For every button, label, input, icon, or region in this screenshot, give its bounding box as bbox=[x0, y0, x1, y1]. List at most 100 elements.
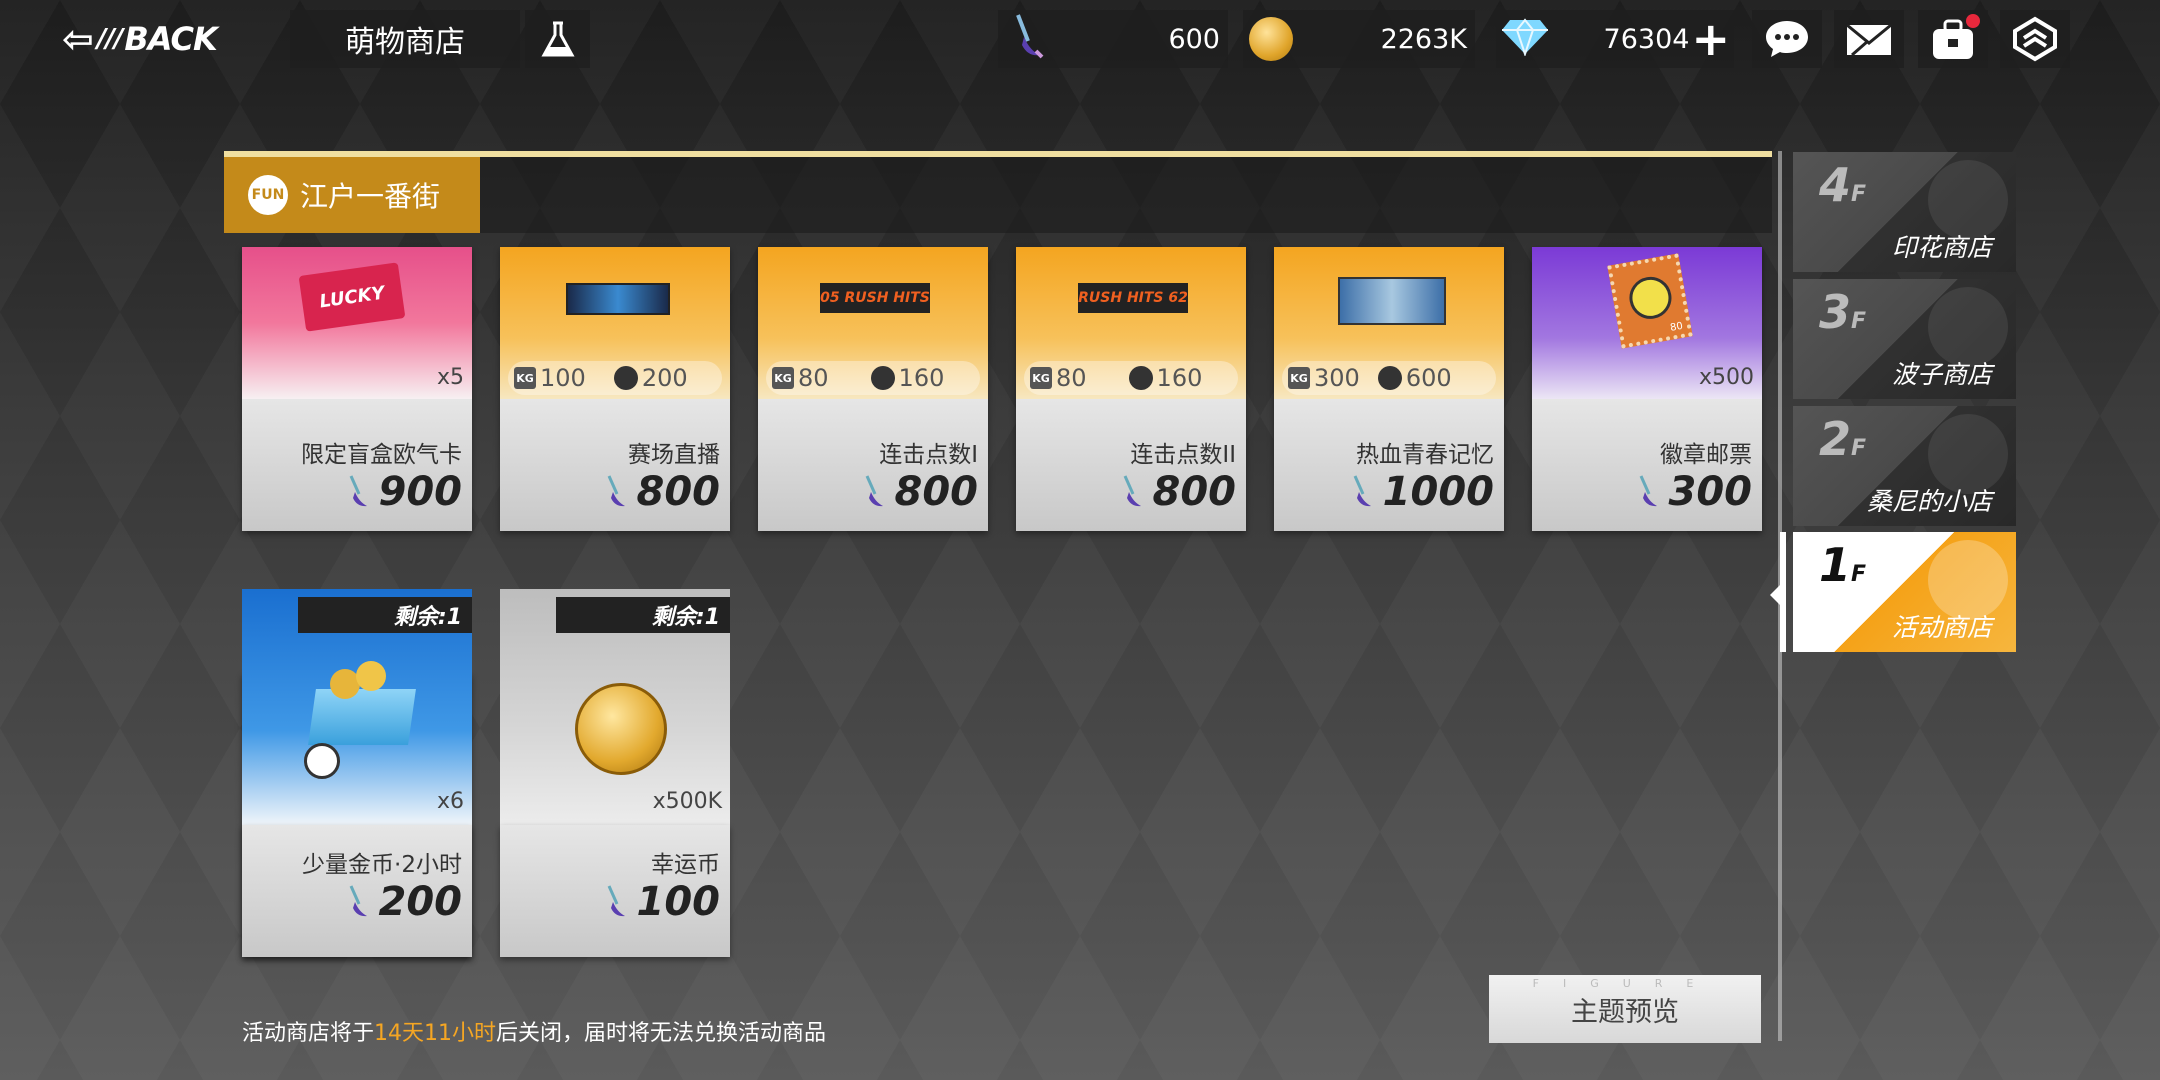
item-price: 300 bbox=[1635, 469, 1752, 515]
item-price: 200 bbox=[345, 879, 462, 925]
item-info-area[interactable]: 幸运币 100 bbox=[500, 825, 730, 957]
item-thumbnail-area: KG 100 200 bbox=[500, 247, 730, 399]
gold-coin-icon bbox=[1249, 17, 1293, 61]
section-title: 江户一番街 bbox=[300, 180, 441, 213]
floor-number: 4F bbox=[1819, 158, 1867, 212]
item-info-area[interactable]: 少量金币·2小时 200 bbox=[242, 825, 472, 957]
item-name: 少量金币·2小时 bbox=[302, 852, 462, 878]
shop-item-card[interactable]: 05 RUSH HITS KG 80 160 连击点数I 800 bbox=[758, 247, 988, 531]
power-icon bbox=[870, 366, 895, 390]
item-name: 热血青春记忆 bbox=[1356, 442, 1494, 468]
shop-close-notice: 活动商店将于14天11小时后关闭，届时将无法兑换活动商品 bbox=[242, 1021, 827, 1046]
shop-title: 萌物商店 bbox=[290, 10, 520, 68]
brush-token-icon bbox=[1353, 475, 1371, 507]
item-quantity: x500 bbox=[1698, 365, 1754, 390]
brush-token-icon bbox=[1010, 11, 1050, 68]
item-price: 100 bbox=[603, 879, 720, 925]
figure-watermark: FIGURE bbox=[1532, 977, 1718, 990]
item-thumbnail-area: KG 300 600 bbox=[1274, 247, 1504, 399]
back-button[interactable]: ⇦ /// BACK bbox=[62, 14, 232, 64]
diamond-icon bbox=[1500, 16, 1550, 63]
theme-preview-button[interactable]: FIGURE 主题预览 bbox=[1489, 975, 1761, 1043]
theme-preview-label: 主题预览 bbox=[1571, 996, 1679, 1028]
rush-hits-badge-icon: 05 RUSH HITS bbox=[820, 283, 930, 313]
mail-icon[interactable] bbox=[1834, 10, 1904, 68]
stamp-icon: 80 bbox=[1607, 253, 1693, 349]
item-quantity: x500K bbox=[652, 789, 722, 814]
memory-banner-icon bbox=[1338, 277, 1446, 325]
brush-token-icon bbox=[349, 475, 367, 507]
resource-value: 2263K bbox=[1380, 23, 1467, 55]
weight-icon: KG bbox=[1288, 367, 1310, 389]
shop-item-card[interactable]: RUSH HITS 62 KG 80 160 连击点数II 800 bbox=[1016, 247, 1246, 531]
countdown: 14天11小时 bbox=[374, 1021, 497, 1046]
remaining-badge: 剩余:1 bbox=[556, 597, 730, 633]
item-name: 连击点数I bbox=[879, 442, 978, 468]
item-thumbnail-area: RUSH HITS 62 KG 80 160 bbox=[1016, 247, 1246, 399]
item-price: 800 bbox=[1119, 469, 1236, 515]
floor-number: 1F bbox=[1819, 538, 1867, 592]
notification-dot bbox=[1966, 14, 1980, 28]
floor-label: 桑尼的小店 bbox=[1866, 487, 1992, 516]
resource-brush: 600 bbox=[998, 10, 1228, 68]
floor-label: 印花商店 bbox=[1891, 233, 1992, 262]
weight-icon: KG bbox=[514, 367, 536, 389]
remaining-badge: 剩余:1 bbox=[298, 597, 472, 633]
item-name: 幸运币 bbox=[651, 852, 720, 878]
item-price: 1000 bbox=[1349, 469, 1494, 515]
floor-tab-2f[interactable]: 2F 桑尼的小店 bbox=[1793, 406, 2016, 526]
item-thumbnail-area: 80 x500 bbox=[1532, 247, 1762, 399]
lucky-card-icon: LUCKY bbox=[298, 262, 406, 332]
item-name: 连击点数II bbox=[1130, 442, 1236, 468]
power-icon bbox=[1128, 366, 1153, 390]
item-thumbnail-area: 剩余:1 x6 bbox=[242, 589, 472, 825]
shop-item-card[interactable]: LUCKY x5 限定盲盒欧气卡 900 bbox=[242, 247, 472, 531]
back-stripes-icon: /// bbox=[96, 24, 123, 54]
broadcast-banner-icon bbox=[566, 283, 670, 315]
item-price: 800 bbox=[603, 469, 720, 515]
item-name: 限定盲盒欧气卡 bbox=[301, 442, 462, 468]
item-quantity: x5 bbox=[436, 365, 464, 390]
bag-icon[interactable] bbox=[1918, 10, 1988, 68]
brush-token-icon bbox=[607, 475, 625, 507]
item-stats: KG 100 200 bbox=[508, 361, 722, 395]
item-stats: KG 80 160 bbox=[766, 361, 980, 395]
resource-gold: 2263K bbox=[1243, 10, 1475, 68]
item-thumbnail-area: 05 RUSH HITS KG 80 160 bbox=[758, 247, 988, 399]
resource-value: 76304 bbox=[1603, 23, 1690, 55]
item-name: 徽章邮票 bbox=[1660, 442, 1752, 468]
floor-number: 3F bbox=[1819, 285, 1867, 339]
power-icon bbox=[1377, 366, 1402, 390]
floor-tab-3f[interactable]: 3F 波子商店 bbox=[1793, 279, 2016, 399]
rank-icon[interactable] bbox=[2000, 10, 2070, 68]
shop-item-card[interactable]: KG 300 600 热血青春记忆 1000 bbox=[1274, 247, 1504, 531]
weight-icon: KG bbox=[772, 367, 794, 389]
flask-icon[interactable] bbox=[525, 10, 590, 68]
item-stats: KG 80 160 bbox=[1024, 361, 1238, 395]
rush-hits-badge-icon: RUSH HITS 62 bbox=[1078, 283, 1188, 313]
floor-number: 2F bbox=[1819, 412, 1867, 466]
item-price: 800 bbox=[861, 469, 978, 515]
item-stats: KG 300 600 bbox=[1282, 361, 1496, 395]
power-icon bbox=[613, 366, 638, 390]
active-floor-arrow-icon bbox=[1770, 583, 1782, 607]
resource-diamond: 76304 + bbox=[1496, 10, 1734, 68]
floor-tab-1f[interactable]: 1F 活动商店 bbox=[1793, 532, 2016, 652]
back-label: BACK bbox=[124, 20, 217, 58]
brush-token-icon bbox=[607, 885, 625, 917]
section-tab: FUN 江户一番街 bbox=[224, 157, 480, 233]
item-thumbnail-area: LUCKY x5 bbox=[242, 247, 472, 399]
add-diamond-button[interactable]: + bbox=[1691, 12, 1730, 66]
lucky-coin-icon bbox=[575, 683, 667, 775]
floor-label: 波子商店 bbox=[1891, 360, 1992, 389]
item-name: 赛场直播 bbox=[628, 442, 720, 468]
weight-icon: KG bbox=[1030, 367, 1052, 389]
chat-icon[interactable] bbox=[1752, 10, 1822, 68]
brush-token-icon bbox=[865, 475, 883, 507]
shop-item-card[interactable]: KG 100 200 赛场直播 800 bbox=[500, 247, 730, 531]
clock-icon bbox=[304, 743, 340, 779]
coin-icon bbox=[356, 661, 386, 691]
floor-tab-4f[interactable]: 4F 印花商店 bbox=[1793, 152, 2016, 272]
floor-label: 活动商店 bbox=[1891, 613, 1992, 642]
shop-item-card[interactable]: 80 x500 徽章邮票 300 bbox=[1532, 247, 1762, 531]
